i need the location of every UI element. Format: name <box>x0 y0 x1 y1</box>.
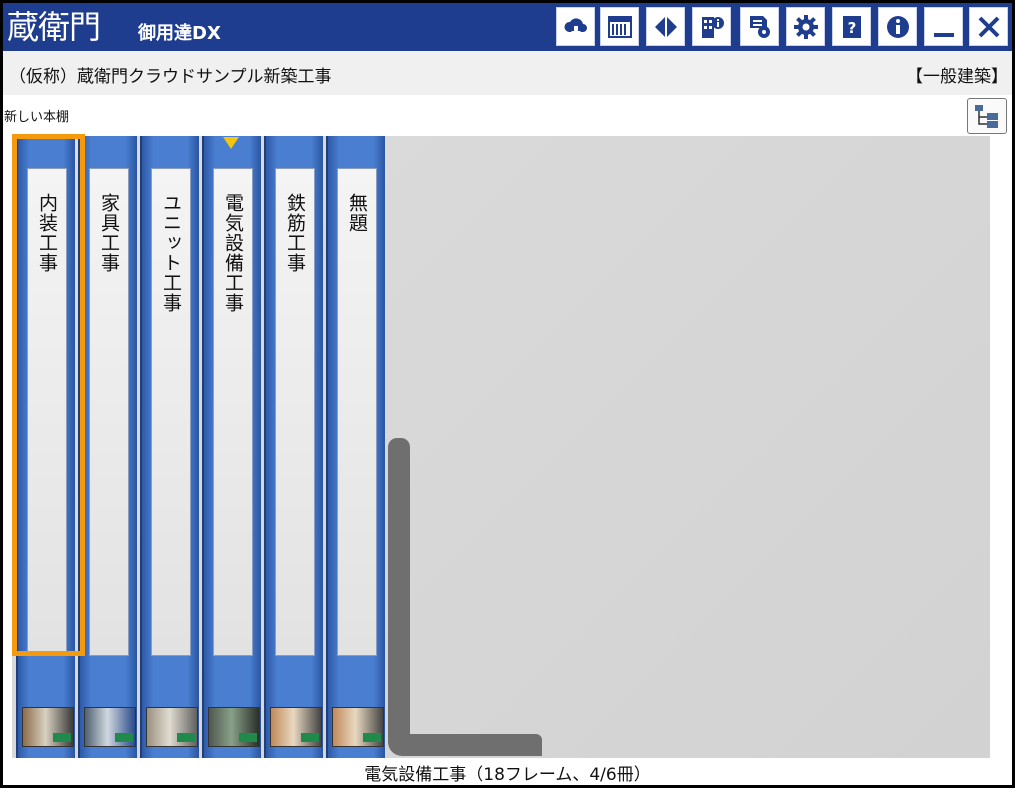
cloud-download-icon <box>563 17 587 36</box>
binder-thumbnail <box>208 707 260 747</box>
tree-view-button[interactable] <box>967 98 1007 134</box>
binder-title: 電気設備工事 <box>222 193 244 313</box>
binder[interactable]: 家具工事 <box>78 136 137 758</box>
binder-spine-label: 電気設備工事 <box>213 168 253 656</box>
info-icon <box>886 15 909 38</box>
binder-title: 鉄筋工事 <box>284 193 306 273</box>
svg-text:?: ? <box>847 19 856 37</box>
project-bar: （仮称）蔵衛門クラウドサンプル新築工事 【一般建築】 <box>3 51 1012 95</box>
current-binder-marker <box>223 137 239 149</box>
bookshelf-view-button[interactable] <box>600 7 639 46</box>
left-right-arrows-icon <box>654 16 677 37</box>
binder-thumbnail <box>332 707 384 747</box>
bookshelf-icon <box>607 15 632 38</box>
binder[interactable]: ユニット工事 <box>140 136 199 758</box>
binder-thumbnail <box>146 707 198 747</box>
binder-title: ユニット工事 <box>160 193 182 313</box>
question-book-icon: ? <box>842 15 861 38</box>
binder-thumbnail <box>22 707 74 747</box>
cloud-sync-button[interactable] <box>556 7 595 46</box>
blackboard-tag-icon <box>115 733 133 742</box>
document-gear-icon <box>749 15 770 38</box>
project-category: 【一般建築】 <box>906 67 1008 87</box>
report-settings-button[interactable] <box>740 7 779 46</box>
blackboard-tag-icon <box>363 733 381 742</box>
close-button[interactable] <box>969 7 1008 46</box>
binder-spine-label: 無題 <box>337 168 377 656</box>
binder-spine-label: ユニット工事 <box>151 168 191 656</box>
blackboard-tag-icon <box>53 733 71 742</box>
blackboard-tag-icon <box>239 733 257 742</box>
binder-spine-label: 家具工事 <box>89 168 129 656</box>
binder-thumbnail <box>84 707 136 747</box>
title-bar: 蔵衛門 御用達DX ? <box>3 3 1012 51</box>
bookend <box>388 438 542 758</box>
binder-title: 家具工事 <box>98 193 120 273</box>
binder[interactable]: 無題 <box>326 136 385 758</box>
binder[interactable]: 電気設備工事 <box>202 136 261 758</box>
app-logo: 蔵衛門 <box>7 8 101 46</box>
compare-button[interactable] <box>646 7 685 46</box>
minimize-button[interactable] <box>924 7 963 46</box>
status-text: 電気設備工事（18フレーム、4/6冊） <box>364 765 651 785</box>
building-info-icon <box>701 16 724 38</box>
settings-button[interactable] <box>786 7 825 46</box>
app-logo-subtitle: 御用達DX <box>138 23 221 44</box>
binder[interactable]: 鉄筋工事 <box>264 136 323 758</box>
close-icon <box>978 16 999 37</box>
blackboard-tag-icon <box>177 733 195 742</box>
binder-spine-label: 鉄筋工事 <box>275 168 315 656</box>
project-name: （仮称）蔵衛門クラウドサンプル新築工事 <box>9 67 332 87</box>
binder-title: 無題 <box>346 193 368 233</box>
help-button[interactable]: ? <box>832 7 871 46</box>
shelf-name: 新しい本棚 <box>4 110 70 125</box>
minimize-icon <box>933 32 954 37</box>
selected-binder-highlight <box>12 134 85 656</box>
gear-icon <box>793 14 818 39</box>
info-button[interactable] <box>878 7 917 46</box>
binder-thumbnail <box>270 707 322 747</box>
folder-tree-icon <box>975 105 998 128</box>
building-info-button[interactable] <box>692 7 731 46</box>
blackboard-tag-icon <box>301 733 319 742</box>
